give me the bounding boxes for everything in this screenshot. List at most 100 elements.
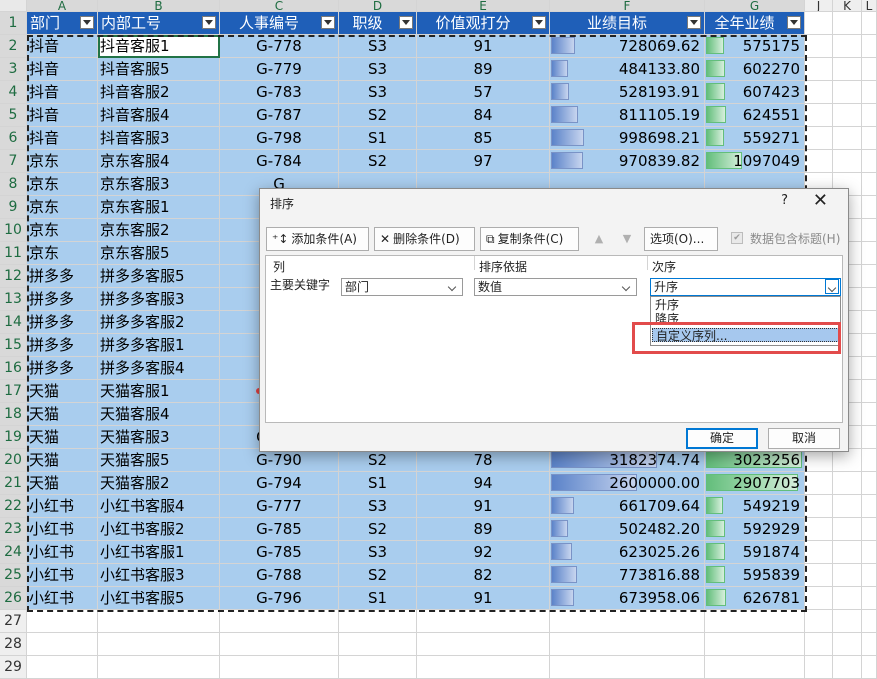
table-cell[interactable]: 998698.21 [550,127,705,150]
table-cell[interactable]: 天猫 [27,472,98,495]
row-header[interactable]: 10 [0,219,27,242]
table-cell[interactable]: G-790 [220,449,339,472]
table-cell[interactable]: 502482.20 [550,518,705,541]
empty-cell[interactable] [862,81,877,104]
empty-cell[interactable] [805,81,833,104]
table-cell[interactable]: 94 [417,472,550,495]
empty-cell[interactable] [805,610,833,633]
table-cell[interactable]: 小红书客服4 [98,495,220,518]
table-cell[interactable]: 天猫 [27,380,98,403]
column-header-C[interactable]: C [220,0,339,12]
empty-cell[interactable] [833,472,862,495]
empty-cell[interactable] [550,633,705,656]
row-header[interactable]: 16 [0,357,27,380]
table-cell[interactable]: S1 [339,127,417,150]
table-cell[interactable]: 抖音客服5 [98,58,220,81]
empty-cell[interactable] [27,610,98,633]
chevron-down-icon[interactable] [446,279,460,295]
empty-cell[interactable] [862,104,877,127]
table-cell[interactable]: 拼多多客服5 [98,265,220,288]
table-cell[interactable]: S3 [339,58,417,81]
row-header[interactable]: 13 [0,288,27,311]
table-cell[interactable]: 549219 [705,495,805,518]
move-up-icon[interactable]: ▲ [588,229,610,249]
row-header[interactable]: 2 [0,35,27,58]
empty-cell[interactable] [833,610,862,633]
empty-cell[interactable] [862,219,877,242]
empty-cell[interactable] [805,12,833,35]
table-cell[interactable]: 天猫客服1 [98,380,220,403]
empty-cell[interactable] [862,587,877,610]
empty-cell[interactable] [417,610,550,633]
table-cell[interactable]: G-783 [220,81,339,104]
table-cell[interactable]: 773816.88 [550,564,705,587]
empty-cell[interactable] [862,610,877,633]
table-cell[interactable]: 抖音 [27,104,98,127]
table-cell[interactable]: 91 [417,587,550,610]
empty-cell[interactable] [833,564,862,587]
table-cell[interactable]: 626781 [705,587,805,610]
table-cell[interactable]: 82 [417,564,550,587]
filter-dropdown-icon[interactable] [202,16,216,29]
empty-cell[interactable] [805,58,833,81]
table-cell[interactable]: 抖音客服2 [98,81,220,104]
empty-cell[interactable] [862,495,877,518]
empty-cell[interactable] [862,12,877,35]
table-cell[interactable]: S3 [339,495,417,518]
table-cell[interactable]: 京东 [27,219,98,242]
table-cell[interactable]: 拼多多客服2 [98,311,220,334]
table-cell[interactable]: 京东客服1 [98,196,220,219]
table-cell[interactable]: 小红书客服2 [98,518,220,541]
close-icon[interactable]: ✕ [813,190,828,211]
table-cell[interactable]: S1 [339,472,417,495]
options-button[interactable]: 选项(O)... [644,227,718,251]
select-all-corner[interactable] [0,0,27,12]
table-cell[interactable]: G-788 [220,564,339,587]
empty-cell[interactable] [862,150,877,173]
table-cell[interactable]: 小红书 [27,587,98,610]
table-cell[interactable]: G-779 [220,58,339,81]
table-cell[interactable]: 3023256 [705,449,805,472]
empty-cell[interactable] [833,656,862,679]
table-cell[interactable]: 天猫 [27,403,98,426]
table-cell[interactable]: 89 [417,58,550,81]
table-cell[interactable]: 85 [417,127,550,150]
table-cell[interactable]: 天猫客服2 [98,472,220,495]
empty-cell[interactable] [862,35,877,58]
empty-cell[interactable] [833,633,862,656]
empty-cell[interactable] [805,587,833,610]
empty-cell[interactable] [833,58,862,81]
empty-cell[interactable] [862,380,877,403]
table-cell[interactable]: G-787 [220,104,339,127]
row-header[interactable]: 21 [0,472,27,495]
table-cell[interactable]: G-778 [220,35,339,58]
empty-cell[interactable] [220,633,339,656]
table-cell[interactable]: 623025.26 [550,541,705,564]
empty-cell[interactable] [550,656,705,679]
table-cell[interactable]: 89 [417,518,550,541]
row-header[interactable]: 19 [0,426,27,449]
empty-cell[interactable] [862,196,877,219]
empty-cell[interactable] [805,127,833,150]
table-cell[interactable]: 528193.91 [550,81,705,104]
empty-cell[interactable] [862,633,877,656]
row-header[interactable]: 25 [0,564,27,587]
table-cell[interactable]: 91 [417,35,550,58]
column-select[interactable]: 部门 [341,278,463,296]
empty-cell[interactable] [339,656,417,679]
empty-cell[interactable] [833,104,862,127]
table-cell[interactable]: 592929 [705,518,805,541]
row-header[interactable]: 23 [0,518,27,541]
chevron-down-icon[interactable] [620,279,634,295]
row-header[interactable]: 27 [0,610,27,633]
row-header[interactable]: 29 [0,656,27,679]
table-cell[interactable]: 607423 [705,81,805,104]
empty-cell[interactable] [27,633,98,656]
table-cell[interactable]: 661709.64 [550,495,705,518]
column-header-D[interactable]: D [339,0,417,12]
empty-cell[interactable] [862,426,877,449]
table-cell[interactable]: 拼多多 [27,288,98,311]
empty-cell[interactable] [27,656,98,679]
table-cell[interactable]: S3 [339,541,417,564]
empty-cell[interactable] [833,12,862,35]
